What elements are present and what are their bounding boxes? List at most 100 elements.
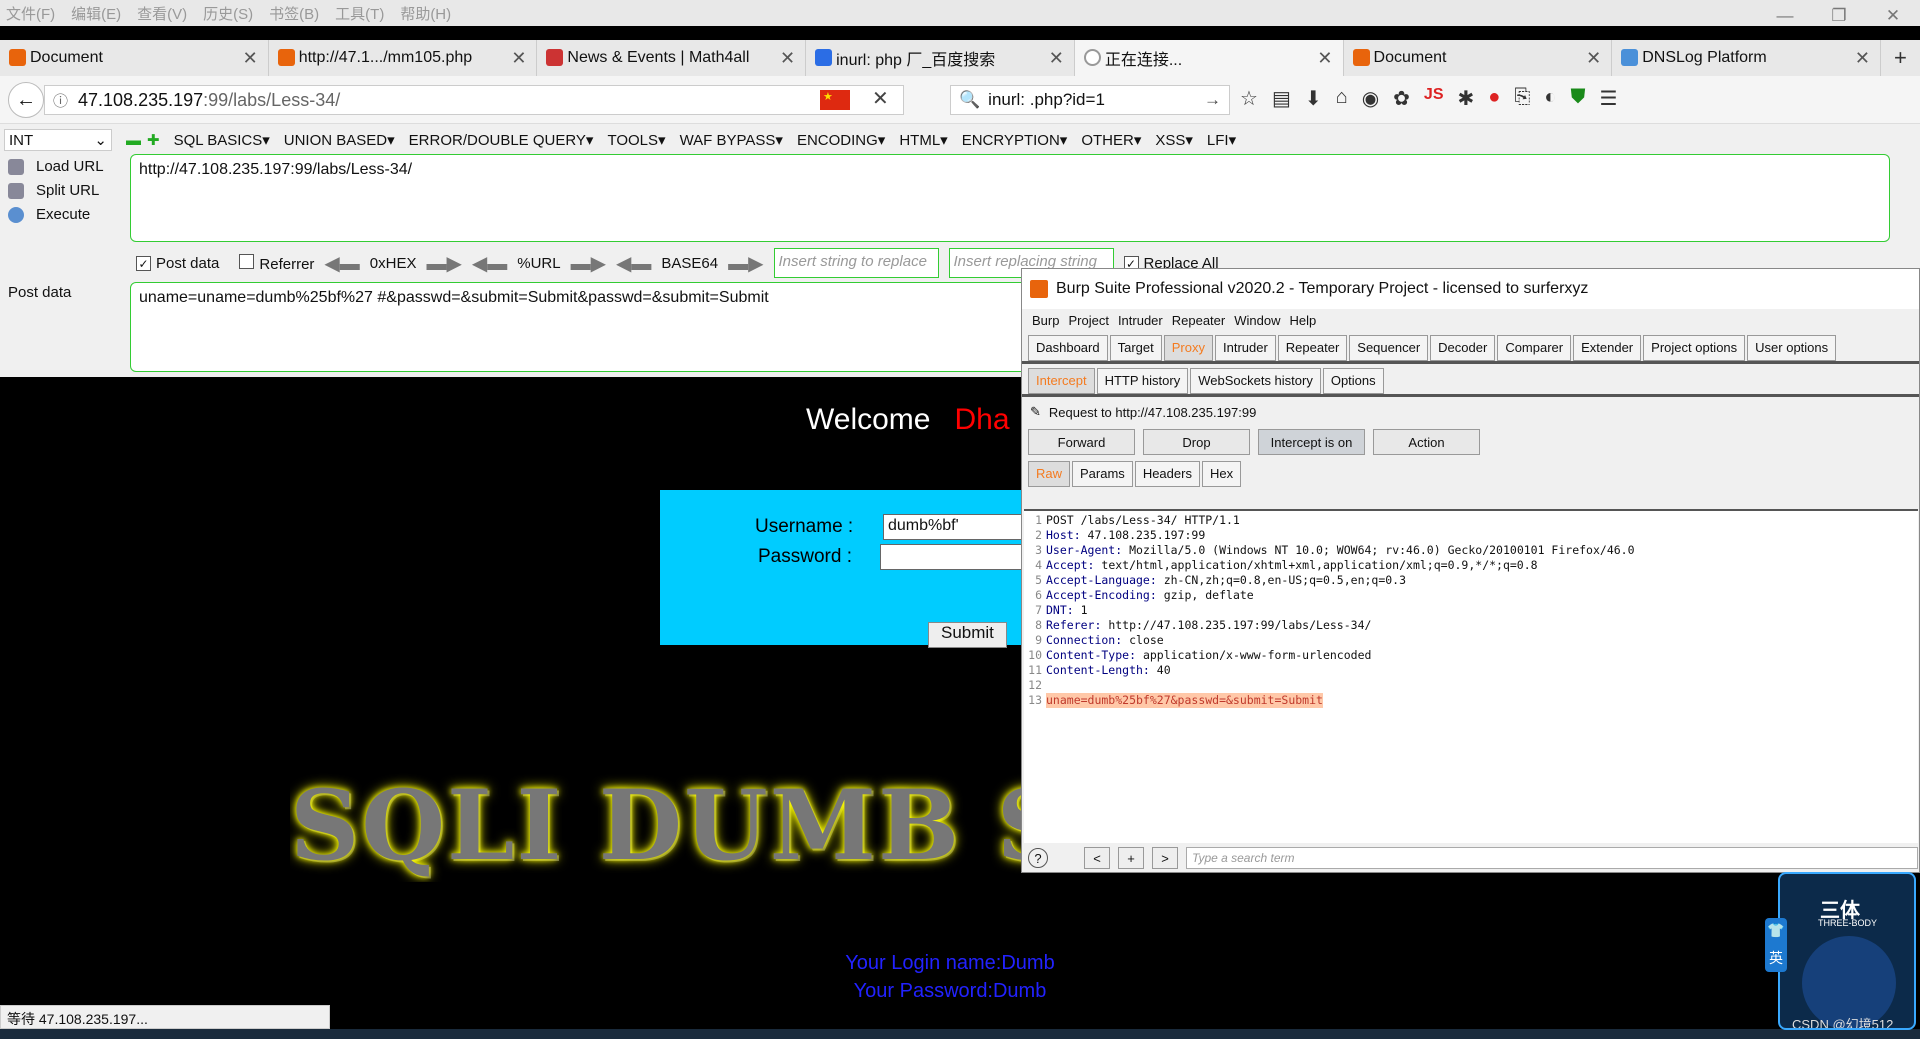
hackbar-menu-item[interactable]: LFI▾ [1207, 131, 1236, 149]
download-icon[interactable]: ⬇ [1305, 86, 1322, 111]
hex-decode-arrow-icon[interactable]: ▬▶ [426, 251, 461, 276]
url-encode-arrow-icon[interactable]: ◀▬ [472, 251, 507, 276]
hackbar-menu-item[interactable]: SQL BASICS▾ [174, 131, 270, 149]
replace-string-input[interactable]: Insert string to replace [773, 248, 939, 278]
browser-tab[interactable]: 正在连接... ✕ [1074, 40, 1344, 76]
hackbar-menu-item[interactable]: UNION BASED▾ [284, 131, 395, 149]
browser-tab[interactable]: News & Events | Math4all ✕ [537, 40, 807, 76]
url-decode-arrow-icon[interactable]: ▬▶ [571, 251, 606, 276]
shield-red-icon[interactable]: ● [1488, 86, 1500, 111]
tab-decoder[interactable]: Decoder [1430, 335, 1496, 361]
execute-button[interactable]: Execute [8, 206, 90, 223]
forward-button[interactable]: Forward [1028, 429, 1135, 455]
tab-proxy[interactable]: Proxy [1163, 335, 1213, 361]
prev-match-button[interactable]: < [1084, 847, 1110, 869]
ime-indicator[interactable]: 👕 英 [1765, 918, 1787, 972]
close-tab-icon[interactable]: ✕ [511, 48, 526, 69]
drop-button[interactable]: Drop [1143, 429, 1250, 455]
burp-menu-item[interactable]: Repeater [1172, 313, 1225, 328]
viewtab-params[interactable]: Params [1072, 461, 1133, 487]
browser-tab[interactable]: Document ✕ [1344, 40, 1613, 76]
burp-menu-item[interactable]: Burp [1032, 313, 1059, 328]
pencil-icon[interactable]: ✎ [1030, 404, 1041, 420]
hackbar-menu-item[interactable]: ENCRYPTION▾ [962, 131, 1068, 149]
raw-request-editor[interactable]: 1 POST /labs/Less-34/ HTTP/1.1 2 Host: 47.1… [1024, 509, 1918, 843]
close-tab-icon[interactable]: ✕ [1049, 48, 1064, 69]
hackbar-url-textarea[interactable]: http://47.108.235.197:99/labs/Less-34/ [130, 154, 1890, 242]
browser-tab[interactable]: inurl: php 厂_百度搜索 ✕ [806, 40, 1075, 76]
close-tab-icon[interactable]: ✕ [1855, 48, 1870, 69]
tab-intruder[interactable]: Intruder [1214, 335, 1276, 361]
tab-project-options[interactable]: Project options [1643, 335, 1746, 361]
subtab-http-history[interactable]: HTTP history [1096, 368, 1189, 394]
bug-icon[interactable]: ✱ [1458, 86, 1475, 111]
tab-repeater[interactable]: Repeater [1277, 335, 1348, 361]
close-window-button[interactable]: ✕ [1866, 0, 1920, 32]
info-icon[interactable]: ⓘ [53, 90, 68, 111]
browser-tab[interactable]: http://47.1.../mm105.php ✕ [269, 40, 538, 76]
hackbar-menu-item[interactable]: XSS▾ [1155, 131, 1193, 149]
load-url-button[interactable]: Load URL [8, 158, 104, 175]
js-icon[interactable]: JS [1424, 86, 1444, 111]
intercept-is-on-button[interactable]: Intercept is on [1258, 429, 1365, 455]
minus-icon[interactable]: ▬ [126, 132, 141, 149]
clear-url-icon[interactable]: ✕ [872, 86, 889, 111]
hackbar-menu-item[interactable]: WAF BYPASS▾ [680, 131, 783, 149]
hackbar-menu-item[interactable]: ERROR/DOUBLE QUERY▾ [409, 131, 594, 149]
three-body-widget[interactable]: 三体 THREE-BODY CSDN @幻境512 [1778, 872, 1916, 1030]
int-select[interactable]: INT ⌄ [4, 129, 112, 151]
close-tab-icon[interactable]: ✕ [243, 48, 258, 69]
add-button[interactable]: + [1118, 847, 1144, 869]
subtab-websockets-history[interactable]: WebSockets history [1190, 368, 1321, 394]
address-bar[interactable]: ⓘ 47.108.235.197:99/labs/Less-34/ [44, 85, 904, 115]
base64-decode-arrow-icon[interactable]: ▬▶ [728, 251, 763, 276]
translate-icon[interactable]: ◐ [1544, 86, 1556, 111]
hamburger-menu-icon[interactable]: ☰ [1599, 86, 1617, 111]
base64-encode-arrow-icon[interactable]: ◀▬ [616, 251, 651, 276]
burp-menu-item[interactable]: Intruder [1118, 313, 1163, 328]
tab-user-options[interactable]: User options [1747, 335, 1837, 361]
viewtab-headers[interactable]: Headers [1134, 461, 1200, 487]
menu-item-3[interactable]: 历史(S) [203, 3, 253, 24]
hex-encode-arrow-icon[interactable]: ◀▬ [324, 251, 359, 276]
tab-dashboard[interactable]: Dashboard [1028, 335, 1108, 361]
plus-icon[interactable]: ✚ [147, 131, 160, 149]
burp-menu-item[interactable]: Help [1289, 313, 1316, 328]
split-url-button[interactable]: Split URL [8, 182, 99, 199]
tab-sequencer[interactable]: Sequencer [1349, 335, 1429, 361]
menu-item-0[interactable]: 文件(F) [6, 3, 55, 24]
menu-item-1[interactable]: 编辑(E) [71, 3, 121, 24]
submit-button[interactable]: Submit [928, 622, 1007, 648]
menu-item-4[interactable]: 书签(B) [269, 3, 319, 24]
viewtab-raw[interactable]: Raw [1028, 461, 1071, 487]
post-data-checkbox[interactable]: ✓ Post data [136, 255, 219, 272]
burp-menu-item[interactable]: Window [1234, 313, 1280, 328]
search-go-icon[interactable]: → [1204, 90, 1221, 110]
burp-search-input[interactable]: Type a search term [1186, 847, 1918, 869]
close-tab-icon[interactable]: ✕ [780, 48, 795, 69]
subtab-options[interactable]: Options [1322, 368, 1384, 394]
subtab-intercept[interactable]: Intercept [1028, 368, 1095, 394]
reading-list-icon[interactable]: ▤ [1272, 86, 1291, 111]
minimize-button[interactable]: — [1758, 0, 1812, 32]
bookmark-star-icon[interactable]: ☆ [1240, 86, 1258, 111]
hackbar-menu-item[interactable]: OTHER▾ [1081, 131, 1141, 149]
globe-icon[interactable]: ◉ [1362, 86, 1379, 111]
help-icon[interactable]: ? [1028, 848, 1048, 868]
share-icon[interactable]: ⎘ [1514, 86, 1530, 111]
action-button[interactable]: Action [1373, 429, 1480, 455]
back-button[interactable]: ← [8, 82, 44, 118]
adblock-shield-icon[interactable]: ⛊ [1570, 86, 1585, 111]
close-tab-icon[interactable]: ✕ [1317, 48, 1332, 69]
menu-item-6[interactable]: 帮助(H) [400, 3, 451, 24]
burp-menu-item[interactable]: Project [1068, 313, 1108, 328]
home-icon[interactable]: ⌂ [1336, 86, 1348, 111]
browser-tab[interactable]: Document ✕ [0, 40, 269, 76]
hackbar-menu-item[interactable]: HTML▾ [899, 131, 947, 149]
menu-item-5[interactable]: 工具(T) [335, 3, 384, 24]
next-match-button[interactable]: > [1152, 847, 1178, 869]
tab-target[interactable]: Target [1109, 335, 1162, 361]
browser-tab[interactable]: DNSLog Platform ✕ [1612, 40, 1881, 76]
close-tab-icon[interactable]: ✕ [1586, 48, 1601, 69]
search-input[interactable]: 🔍 inurl: .php?id=1 → [950, 85, 1230, 115]
